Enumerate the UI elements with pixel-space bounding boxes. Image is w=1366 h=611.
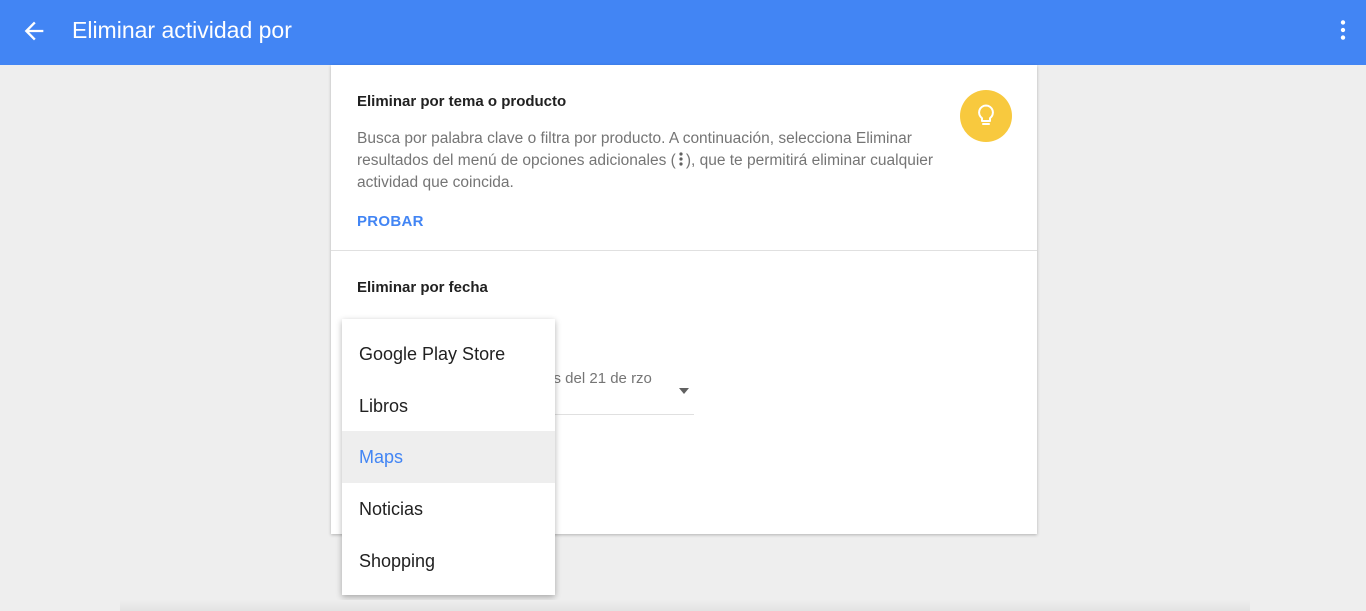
date-section-title: Eliminar por fecha <box>357 279 488 296</box>
date-range-value: tes del 21 de rzo <box>541 370 652 387</box>
product-dropdown-menu: Google Play Store Libros Maps Noticias S… <box>342 319 555 595</box>
arrow-back-icon[interactable] <box>20 17 48 45</box>
dropdown-item-noticias[interactable]: Noticias <box>342 483 555 535</box>
dropdown-item-shopping[interactable]: Shopping <box>342 535 555 587</box>
dropdown-item-google-play-store[interactable]: Google Play Store <box>342 328 555 380</box>
topic-section-description: Busca por palabra clave o filtra por pro… <box>357 128 947 194</box>
dropdown-arrow-icon <box>679 388 689 394</box>
topic-section-title: Eliminar por tema o producto <box>357 93 567 110</box>
date-range-select[interactable]: tes del 21 de rzo <box>541 368 694 415</box>
next-card-edge <box>120 600 1250 611</box>
dropdown-item-maps[interactable]: Maps <box>342 431 555 483</box>
section-divider <box>331 250 1037 251</box>
page-title: Eliminar actividad por <box>72 17 292 43</box>
try-button[interactable]: PROBAR <box>357 213 424 230</box>
dropdown-item-libros[interactable]: Libros <box>342 380 555 432</box>
app-bar: Eliminar actividad por <box>0 0 1366 65</box>
more-vert-icon[interactable] <box>1330 16 1356 44</box>
lightbulb-icon <box>960 90 1012 142</box>
more-vert-inline-icon <box>679 152 683 166</box>
